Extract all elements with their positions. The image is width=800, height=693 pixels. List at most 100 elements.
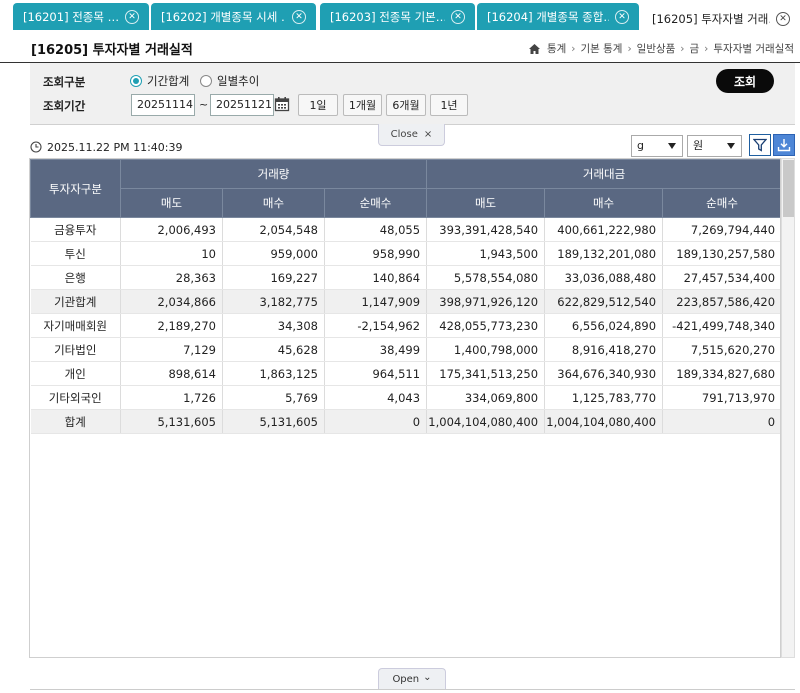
table-cell: 1,125,783,770 xyxy=(544,385,664,410)
chevron-right-icon: › xyxy=(680,42,685,55)
table-cell: 334,069,800 xyxy=(426,385,546,410)
table-cell: 7,269,794,440 xyxy=(662,217,780,242)
table-cell: 1,400,798,000 xyxy=(426,337,546,362)
table-row[interactable]: 투신 10 959,000 958,990 1,943,500 189,132,201,0… xyxy=(30,241,780,266)
column-header: 매도 xyxy=(120,188,223,218)
radio-daily-trend[interactable]: 일별추이 xyxy=(200,73,259,89)
breadcrumb-item[interactable]: 기본 통계 xyxy=(580,41,622,56)
close-search-button[interactable]: Close × xyxy=(378,124,445,146)
download-button[interactable] xyxy=(773,134,795,156)
table-cell: 1,726 xyxy=(120,385,223,410)
period-6m-button[interactable]: 6개월 xyxy=(386,94,426,116)
table-row[interactable]: 합계 5,131,605 5,131,605 0 1,004,104,080,400 1,… xyxy=(30,409,780,434)
period-1m-button[interactable]: 1개월 xyxy=(343,94,382,116)
close-icon[interactable]: ✕ xyxy=(292,9,306,24)
table-cell: 223,857,586,420 xyxy=(662,289,780,314)
scrollbar-thumb[interactable] xyxy=(783,160,794,217)
table-cell: 393,391,428,540 xyxy=(426,217,546,242)
tab-bar: [16201] 전종목 … ✕ [16202] 개별종목 시세 … ✕ [162… xyxy=(0,0,800,33)
table-cell: 45,628 xyxy=(222,337,325,362)
close-icon[interactable]: ✕ xyxy=(125,9,139,24)
table-row[interactable]: 개인 898,614 1,863,125 964,511 175,341,513,250… xyxy=(30,361,780,386)
table-cell: 0 xyxy=(662,409,780,434)
radio-dot-selected[interactable] xyxy=(130,75,142,87)
divider xyxy=(30,689,795,690)
start-date-input[interactable]: 20251114 xyxy=(131,94,195,116)
table-cell: 958,990 xyxy=(324,241,428,266)
tab-16205[interactable]: [16205] 투자자별 거래… ✕ xyxy=(642,4,800,33)
table-cell: 1,004,104,080,400 xyxy=(544,409,664,434)
tab-16204[interactable]: [16204] 개별종목 종합… ✕ xyxy=(477,3,639,30)
table-cell: 364,676,340,930 xyxy=(544,361,664,386)
radio-dot[interactable] xyxy=(200,75,212,87)
column-header: 순매수 xyxy=(323,188,428,218)
table-row[interactable]: 기관합계 2,034,866 3,182,775 1,147,909 398,971,9… xyxy=(30,289,780,314)
column-group-amount: 거래대금 xyxy=(426,159,780,189)
table-cell: 2,054,548 xyxy=(222,217,325,242)
table-cell: 964,511 xyxy=(324,361,428,386)
table-cell: 38,499 xyxy=(324,337,428,362)
table-cell: 7,129 xyxy=(120,337,223,362)
table-cell: 1,147,909 xyxy=(324,289,428,314)
table-cell: -2,154,962 xyxy=(324,313,428,338)
table-row[interactable]: 기타법인 7,129 45,628 38,499 1,400,798,000 8,916,… xyxy=(30,337,780,362)
close-icon[interactable]: ✕ xyxy=(451,9,465,24)
tab-16202[interactable]: [16202] 개별종목 시세 … ✕ xyxy=(151,3,316,30)
inquiry-button[interactable]: 조회 xyxy=(716,69,774,93)
table-cell: 428,055,773,230 xyxy=(426,313,546,338)
close-icon: × xyxy=(423,129,433,140)
home-icon[interactable] xyxy=(528,43,540,54)
table-cell: 8,916,418,270 xyxy=(544,337,664,362)
radio-period-total[interactable]: 기간합계 xyxy=(130,73,189,89)
period-1d-button[interactable]: 1일 xyxy=(298,94,338,116)
page-title: [16205] 투자자별 거래실적 xyxy=(31,43,193,58)
tab-label: [16204] 개별종목 종합… xyxy=(487,9,609,24)
tab-16203[interactable]: [16203] 전종목 기본… ✕ xyxy=(320,3,475,30)
tab-16201[interactable]: [16201] 전종목 … ✕ xyxy=(13,3,149,30)
table-cell: 140,864 xyxy=(324,265,428,290)
chevron-right-icon: › xyxy=(571,42,576,55)
breadcrumb-item[interactable]: 일반상품 xyxy=(637,41,676,56)
tab-label: [16205] 투자자별 거래… xyxy=(652,11,770,26)
column-group-volume: 거래량 xyxy=(119,159,428,189)
close-icon[interactable]: ✕ xyxy=(615,9,629,24)
date-separator: ~ xyxy=(199,98,209,111)
chevron-right-icon: › xyxy=(704,42,709,55)
tab-label: [16203] 전종목 기본… xyxy=(330,9,445,24)
table-row[interactable]: 기타외국인 1,726 5,769 4,043 334,069,800 1,125,783… xyxy=(30,385,780,410)
filter-button[interactable] xyxy=(749,134,771,156)
table-cell: 2,189,270 xyxy=(120,313,223,338)
vertical-scrollbar[interactable] xyxy=(781,158,795,658)
unit-select-value: g xyxy=(637,139,644,152)
tab-label: [16202] 개별종목 시세 … xyxy=(161,9,286,24)
close-icon[interactable]: ✕ xyxy=(776,11,790,26)
table-cell: 175,341,513,250 xyxy=(426,361,546,386)
breadcrumb-item[interactable]: 통계 xyxy=(547,41,566,56)
row-category: 개인 xyxy=(30,361,121,386)
table-cell: 4,043 xyxy=(324,385,428,410)
table-cell: 622,829,512,540 xyxy=(544,289,664,314)
currency-select[interactable]: 원 xyxy=(687,135,742,157)
calendar-icon[interactable] xyxy=(274,96,290,112)
table-cell: 1,863,125 xyxy=(222,361,325,386)
chevron-down-icon: ⌄ xyxy=(423,672,432,683)
table-cell: 189,334,827,680 xyxy=(662,361,780,386)
table-cell: 48,055 xyxy=(324,217,428,242)
table-row[interactable]: 금융투자 2,006,493 2,054,548 48,055 393,391,428,… xyxy=(30,217,780,242)
table-cell: 5,131,605 xyxy=(222,409,325,434)
currency-select-value: 원 xyxy=(693,139,704,152)
unit-select[interactable]: g xyxy=(631,135,683,157)
data-grid: 투자자구분 거래량 거래대금 매도 매수 순매수 매도 매수 순매수 금융투자 2… xyxy=(29,158,781,658)
period-1y-button[interactable]: 1년 xyxy=(430,94,468,116)
row-category: 투신 xyxy=(30,241,121,266)
table-row[interactable]: 은행 28,363 169,227 140,864 5,578,554,080 33,03… xyxy=(30,265,780,290)
breadcrumb-item[interactable]: 금 xyxy=(690,41,700,56)
table-cell: 10 xyxy=(120,241,223,266)
column-header: 매도 xyxy=(426,188,546,218)
table-cell: 27,457,534,400 xyxy=(662,265,780,290)
table-cell: 398,971,926,120 xyxy=(426,289,546,314)
open-panel-button[interactable]: Open ⌄ xyxy=(378,668,446,690)
table-cell: 1,004,104,080,400 xyxy=(426,409,546,434)
table-row[interactable]: 자기매매회원 2,189,270 34,308 -2,154,962 428,055,7… xyxy=(30,313,780,338)
end-date-input[interactable]: 20251121 xyxy=(210,94,274,116)
